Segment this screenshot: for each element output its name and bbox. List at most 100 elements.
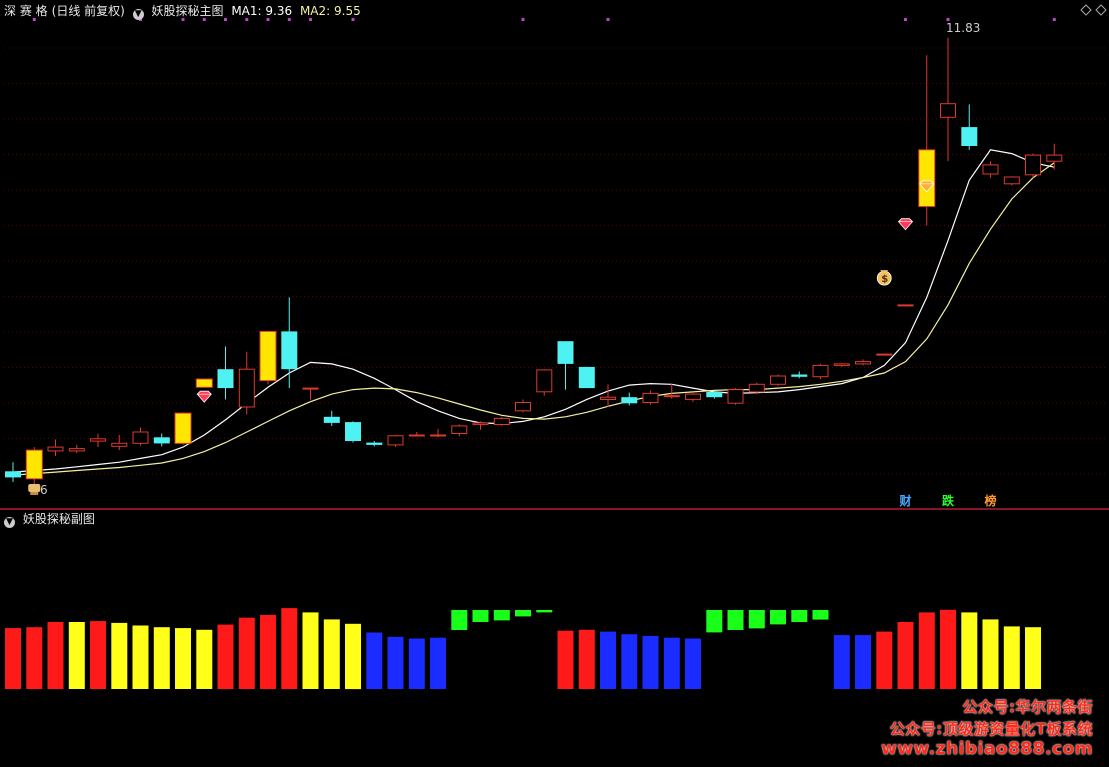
- candle[interactable]: [812, 363, 829, 380]
- sub-bar[interactable]: [5, 628, 21, 689]
- sub-bar[interactable]: [345, 623, 361, 690]
- candle[interactable]: [855, 359, 871, 366]
- candle[interactable]: [1025, 153, 1041, 178]
- candle[interactable]: [493, 416, 510, 426]
- candle[interactable]: [557, 341, 574, 390]
- corner-icons[interactable]: [1080, 4, 1107, 16]
- candle[interactable]: [345, 421, 361, 443]
- candle[interactable]: [876, 353, 893, 356]
- candle[interactable]: [451, 424, 468, 437]
- candle[interactable]: [68, 444, 85, 454]
- candle[interactable]: [791, 371, 808, 379]
- sub-bar[interactable]: [281, 608, 298, 689]
- sub-bar[interactable]: [68, 622, 85, 689]
- candle[interactable]: [366, 441, 383, 447]
- sub-bar[interactable]: [26, 627, 43, 689]
- sub-bar[interactable]: [153, 627, 170, 689]
- sub-bar[interactable]: [642, 635, 659, 689]
- candle[interactable]: [833, 363, 850, 367]
- main-indicator-name[interactable]: 妖股探秘主图: [151, 4, 223, 18]
- sub-bar[interactable]: [323, 619, 340, 689]
- sub-bar[interactable]: [1003, 626, 1020, 689]
- candle[interactable]: [685, 391, 701, 402]
- sub-bar[interactable]: [111, 622, 128, 689]
- sub-bar[interactable]: [982, 619, 999, 689]
- candle[interactable]: [770, 374, 786, 386]
- candle[interactable]: [1003, 176, 1020, 186]
- candle[interactable]: [111, 434, 128, 451]
- candle[interactable]: [536, 369, 553, 396]
- sub-bar[interactable]: [47, 622, 64, 689]
- sub-bar[interactable]: [748, 610, 765, 629]
- diamond-outline-icon[interactable]: [1095, 4, 1107, 16]
- candle[interactable]: [472, 421, 489, 430]
- sub-bar[interactable]: [706, 610, 723, 633]
- sub-bar[interactable]: [408, 638, 425, 690]
- sub-bar[interactable]: [855, 635, 871, 689]
- sub-bar[interactable]: [472, 610, 489, 622]
- candle[interactable]: [897, 304, 914, 307]
- candle[interactable]: [600, 384, 616, 408]
- candle[interactable]: [387, 434, 404, 448]
- sub-bar[interactable]: [217, 624, 234, 689]
- sub-bar[interactable]: [578, 629, 595, 689]
- candle[interactable]: [578, 366, 595, 389]
- sub-bar[interactable]: [897, 622, 914, 689]
- sub-bar[interactable]: [90, 621, 106, 689]
- sub-bar[interactable]: [238, 617, 255, 689]
- candle[interactable]: [302, 387, 319, 400]
- toggle-sub-icon[interactable]: ▼: [4, 517, 15, 528]
- candle[interactable]: [217, 346, 234, 400]
- sub-bar[interactable]: [663, 637, 680, 689]
- sub-bar[interactable]: [557, 630, 574, 689]
- sub-bar[interactable]: [260, 615, 276, 689]
- candle[interactable]: [90, 433, 106, 448]
- period-label[interactable]: (日线 前复权): [52, 4, 125, 18]
- sub-bar[interactable]: [876, 631, 893, 689]
- sub-bar[interactable]: [833, 635, 850, 689]
- candle[interactable]: [323, 410, 340, 426]
- candle[interactable]: [281, 297, 298, 389]
- candle[interactable]: [259, 330, 277, 385]
- sub-bar[interactable]: [366, 632, 383, 690]
- candlestick-series[interactable]: [5, 37, 1063, 485]
- sub-bar[interactable]: [621, 634, 638, 689]
- sub-bar[interactable]: [791, 610, 808, 622]
- sub-chart-bars[interactable]: [5, 608, 1041, 690]
- candle[interactable]: [642, 390, 659, 405]
- candle[interactable]: [918, 55, 936, 226]
- candle[interactable]: [961, 104, 978, 150]
- sub-bar[interactable]: [770, 610, 786, 625]
- candle[interactable]: [47, 439, 64, 457]
- sub-bar[interactable]: [196, 629, 213, 689]
- candle[interactable]: [408, 431, 425, 437]
- candle[interactable]: [25, 447, 43, 485]
- stock-name[interactable]: 深 赛 格: [4, 4, 48, 18]
- candle[interactable]: [706, 391, 723, 399]
- candle[interactable]: [238, 351, 255, 415]
- sub-bar[interactable]: [727, 610, 744, 630]
- candle[interactable]: [940, 37, 956, 162]
- candle[interactable]: [5, 462, 21, 482]
- sub-indicator-name[interactable]: 妖股探秘副图: [23, 512, 95, 526]
- candle[interactable]: [132, 427, 149, 446]
- sub-bar[interactable]: [430, 637, 446, 689]
- diamond-outline-icon[interactable]: [1080, 4, 1092, 16]
- candle[interactable]: [727, 388, 744, 405]
- sub-bar[interactable]: [493, 610, 510, 621]
- candle[interactable]: [621, 392, 638, 406]
- sub-bar[interactable]: [600, 631, 616, 689]
- sub-bar[interactable]: [387, 636, 404, 689]
- sub-bar[interactable]: [812, 610, 829, 620]
- sub-bar[interactable]: [302, 612, 319, 689]
- sub-bar[interactable]: [961, 612, 978, 689]
- candle[interactable]: [982, 161, 999, 178]
- sub-bar[interactable]: [132, 625, 149, 690]
- toggle-main-icon[interactable]: ▼: [132, 9, 144, 20]
- sub-bar[interactable]: [685, 638, 701, 690]
- sub-bar[interactable]: [1025, 627, 1041, 689]
- sub-bar[interactable]: [451, 610, 468, 630]
- sub-bar[interactable]: [536, 610, 553, 613]
- sub-bar[interactable]: [515, 610, 531, 617]
- candle[interactable]: [430, 428, 446, 438]
